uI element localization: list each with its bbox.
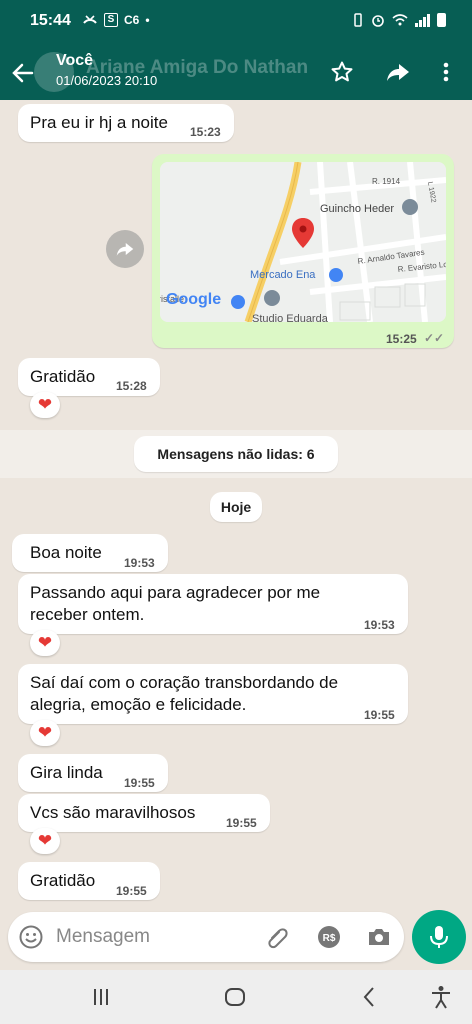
map-label: Studio Eduarda (252, 313, 329, 322)
place-marker-icon (264, 290, 280, 306)
message-time: 19:53 (364, 618, 395, 632)
message-time: 19:55 (226, 816, 257, 830)
map-preview[interactable]: R. 1914 L 1922 Guincho Heder R. Arnaldo … (160, 162, 446, 322)
voice-record-button[interactable] (412, 910, 466, 964)
map-image: R. 1914 L 1922 Guincho Heder R. Arnaldo … (160, 162, 446, 322)
star-button[interactable] (326, 56, 358, 88)
message-bubble[interactable]: Gratidão 19:55 (18, 862, 160, 900)
star-icon (331, 61, 353, 82)
message-text: Pra eu ir hj a noite (30, 113, 168, 132)
place-marker-icon (329, 268, 343, 282)
reaction-badge[interactable]: ❤ (30, 630, 60, 656)
battery-icon (437, 13, 446, 27)
heart-icon: ❤ (37, 395, 53, 414)
forward-button[interactable] (382, 56, 414, 88)
status-system-icons (352, 13, 446, 27)
map-label: Guincho Heder (320, 203, 394, 215)
page-title: Você (56, 52, 94, 69)
forward-shortcut-button[interactable] (106, 230, 144, 268)
alarm-icon (372, 15, 384, 27)
message-text: Gira linda (30, 763, 103, 782)
place-marker-icon (402, 199, 418, 215)
message-bubble[interactable]: Pra eu ir hj a noite 15:23 (18, 104, 234, 142)
mic-icon (430, 926, 448, 948)
status-dot: • (145, 13, 150, 27)
back-nav-button[interactable] (354, 984, 384, 1010)
message-time: 19:55 (116, 884, 147, 898)
chevron-left-icon (363, 987, 374, 1007)
system-navigation-bar (0, 970, 472, 1024)
message-text-line: Saí daí com o coração transbordando de (30, 673, 339, 692)
attach-icon (268, 928, 288, 949)
missed-call-icon (83, 15, 97, 24)
message-bubble[interactable]: Saí daí com o coração transbordando de a… (18, 664, 408, 724)
map-label: Mercado Ena (250, 269, 316, 281)
emoji-icon (19, 925, 43, 949)
message-time: 19:55 (124, 776, 155, 790)
signal-icon (415, 13, 430, 27)
forward-icon (387, 64, 409, 81)
camera-button[interactable] (366, 924, 392, 950)
header-subtitle: 01/06/2023 20:10 (56, 73, 158, 88)
place-marker-icon (231, 295, 245, 309)
home-icon (225, 988, 245, 1006)
message-input[interactable]: Mensagem (56, 926, 150, 948)
accessibility-icon (432, 986, 450, 1009)
message-time: 19:55 (364, 708, 395, 722)
message-time: 19:53 (124, 556, 155, 570)
accessibility-button[interactable] (426, 984, 456, 1010)
chat-header: Ariane Amiga Do Nathan Você 01/06/2023 2… (0, 44, 472, 100)
forward-icon (116, 243, 134, 256)
map-label: R. 1914 (372, 177, 401, 186)
payment-button[interactable]: R$ (316, 924, 342, 950)
camera-icon (369, 929, 389, 945)
chat-area[interactable]: Pra eu ir hj a noite 15:23 R. 1914 L 192… (0, 100, 472, 912)
heart-icon: ❤ (37, 723, 53, 742)
more-options-button[interactable] (430, 56, 462, 88)
message-text-line: receber ontem. (30, 605, 145, 624)
vibrate-icon (354, 13, 362, 27)
location-message-bubble[interactable]: R. 1914 L 1922 Guincho Heder R. Arnaldo … (152, 154, 454, 348)
message-input-bar: Mensagem R$ (8, 912, 404, 962)
message-bubble[interactable]: Boa noite 19:53 (12, 534, 168, 572)
heart-icon: ❤ (37, 831, 53, 850)
message-text: Vcs são maravilhosos (30, 803, 196, 822)
heart-icon: ❤ (37, 633, 53, 652)
message-time: 15:28 (116, 379, 147, 393)
reaction-badge[interactable]: ❤ (30, 392, 60, 418)
wifi-icon (392, 14, 408, 26)
message-bubble[interactable]: Passando aqui para agradecer por me rece… (18, 574, 408, 634)
message-bubble[interactable]: Vcs são maravilhosos 19:55 (18, 794, 270, 832)
google-logo: Google (166, 291, 221, 308)
payment-icon: R$ (318, 926, 340, 948)
status-time: 15:44 (30, 12, 71, 29)
attach-button[interactable] (264, 924, 290, 950)
s-badge-icon: S (104, 13, 118, 27)
home-button[interactable] (220, 984, 250, 1010)
svg-text:R$: R$ (323, 933, 336, 944)
message-text: Boa noite (30, 543, 102, 562)
status-bar: 15:44 S C6 • (0, 0, 472, 44)
message-text-line: Passando aqui para agradecer por me (30, 583, 321, 602)
recent-apps-button[interactable] (86, 984, 116, 1010)
message-text: Gratidão (30, 871, 96, 890)
message-text-line: alegria, emoção e felicidade. (30, 695, 247, 714)
unread-divider: Mensagens não lidas: 6 (0, 430, 472, 478)
unread-count-label: Mensagens não lidas: 6 (134, 436, 338, 472)
reaction-badge[interactable]: ❤ (30, 828, 60, 854)
message-text: Gratidão (30, 367, 96, 386)
header-title-area[interactable]: Ariane Amiga Do Nathan Você 01/06/2023 2… (34, 49, 336, 95)
read-receipt-icon: ✓✓ (424, 331, 445, 345)
date-separator: Hoje (210, 492, 262, 522)
recent-apps-icon (94, 989, 108, 1005)
emoji-button[interactable] (18, 924, 44, 950)
more-vert-icon (443, 62, 449, 82)
status-notification-icons: S C6 • (82, 13, 150, 27)
message-time: 15:25 (386, 332, 417, 346)
message-time: 15:23 (190, 125, 221, 139)
message-bubble[interactable]: Gratidão 15:28 (18, 358, 160, 396)
c6-badge-icon: C6 (124, 13, 140, 27)
reaction-badge[interactable]: ❤ (30, 720, 60, 746)
message-bubble[interactable]: Gira linda 19:55 (18, 754, 168, 792)
